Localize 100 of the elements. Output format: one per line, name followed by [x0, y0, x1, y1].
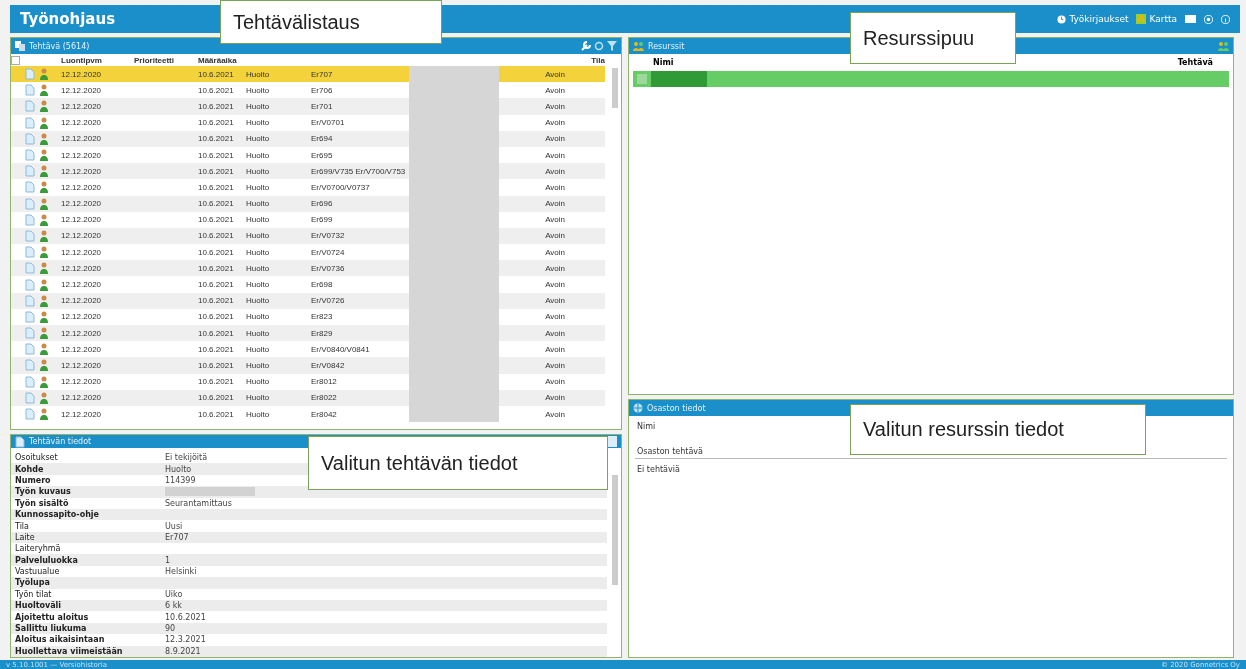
table-cell: Avoin	[545, 296, 565, 306]
document-icon	[25, 310, 35, 323]
field-value: Seurantamittaus	[165, 498, 232, 508]
person-icon	[39, 408, 49, 421]
table-cell: Avoin	[545, 101, 565, 111]
field-value: 1	[165, 555, 171, 565]
field-value: Huolto	[165, 464, 192, 474]
table-cell: Avoin	[545, 328, 565, 338]
field-value: 8.9.2021	[165, 646, 201, 656]
nav-link[interactable]: Työkirjaukset	[1057, 14, 1129, 24]
table-cell: 10.6.2021	[198, 215, 234, 225]
table-cell: Avoin	[545, 166, 565, 176]
column-header[interactable]: Luontipvm	[61, 55, 102, 65]
document-icon	[25, 278, 35, 291]
annotation-tooltip: Resurssipuu	[850, 12, 1016, 64]
people-icon[interactable]	[1218, 41, 1229, 51]
nav-link[interactable]: Kartta	[1136, 14, 1177, 24]
task-row[interactable]: 12.12.2020 10.6.2021 Huolto Er699/V735 Er/V700/V753 Avoin	[11, 163, 605, 180]
table-cell: 10.6.2021	[198, 344, 234, 354]
person-icon	[39, 246, 49, 259]
table-cell: Avoin	[545, 118, 565, 128]
field-label: Ajoitettu aloitus	[15, 612, 90, 622]
table-cell: 12.12.2020	[61, 182, 102, 192]
field-label: Huoltoväli	[15, 601, 63, 611]
table-cell: Huolto	[246, 409, 270, 419]
panel-title: Tehtävä (5614)	[15, 41, 90, 51]
document-icon	[25, 181, 35, 194]
document-icon	[25, 294, 35, 307]
column-header[interactable]: Prioriteetti	[134, 55, 174, 65]
filter-icon[interactable]	[607, 41, 617, 51]
table-cell: Er/V0842	[311, 360, 345, 370]
field-value: 12.3.2021	[165, 635, 206, 645]
table-cell: 10.6.2021	[198, 101, 234, 111]
table-cell: Avoin	[545, 134, 565, 144]
table-cell: 10.6.2021	[198, 199, 234, 209]
table-cell: 12.12.2020	[61, 409, 102, 419]
document-icon	[25, 246, 35, 259]
table-cell: Huolto	[246, 377, 270, 387]
table-cell: 12.12.2020	[61, 215, 102, 225]
document-icon	[25, 343, 35, 356]
person-icon	[39, 375, 49, 388]
field-label: Laite	[15, 532, 36, 542]
document-icon	[25, 359, 35, 372]
table-cell: Huolto	[246, 231, 270, 241]
tasks-icon	[15, 41, 25, 51]
task-row[interactable]: 12.12.2020 10.6.2021 Huolto Er829 Avoin	[11, 325, 605, 342]
table-cell: Huolto	[246, 360, 270, 370]
table-cell: Huolto	[246, 393, 270, 403]
select-all-checkbox[interactable]	[11, 55, 20, 65]
table-cell: Avoin	[545, 150, 565, 160]
document-icon	[15, 435, 25, 448]
person-icon	[39, 181, 49, 194]
table-cell: 12.12.2020	[61, 344, 102, 354]
person-icon	[39, 197, 49, 210]
field-value: 114399	[165, 475, 196, 485]
table-cell: 12.12.2020	[61, 150, 102, 160]
wrench-icon[interactable]	[581, 41, 591, 51]
edit-icon[interactable]	[607, 436, 617, 448]
scrollbar[interactable]	[612, 68, 618, 108]
column-header[interactable]: Tila	[591, 55, 605, 65]
table-cell: Er/V0732	[311, 231, 345, 241]
document-icon	[25, 262, 35, 275]
column-header[interactable]: Nimi	[653, 58, 674, 67]
table-cell: Er823	[311, 312, 333, 322]
table-cell: Huolto	[246, 312, 270, 322]
table-cell: 12.12.2020	[61, 393, 102, 403]
column-header[interactable]: Tehtävä	[1177, 58, 1213, 67]
person-icon	[39, 278, 49, 291]
document-icon	[25, 165, 35, 178]
person-icon	[39, 165, 49, 178]
task-row[interactable]: 12.12.2020 10.6.2021 Huolto Er/V0736 Avoin	[11, 260, 605, 277]
resource-row[interactable]	[633, 71, 1229, 87]
document-icon	[25, 229, 35, 242]
task-row[interactable]: 12.12.2020 10.6.2021 Huolto Er707 Avoin	[11, 66, 605, 83]
table-cell: Er8012	[311, 377, 337, 387]
field-value: Uusi	[165, 521, 183, 531]
table-cell: Huolto	[246, 263, 270, 273]
person-icon	[39, 149, 49, 162]
table-cell: Avoin	[545, 263, 565, 273]
refresh-icon[interactable]	[594, 41, 604, 51]
table-cell: 10.6.2021	[198, 393, 234, 403]
scrollbar[interactable]	[612, 475, 618, 586]
table-cell: Huolto	[246, 182, 270, 192]
field-label: Sallittu liukuma	[15, 624, 88, 633]
column-header[interactable]: Määräaika	[198, 55, 237, 65]
document-icon	[25, 149, 35, 162]
table-cell: Avoin	[545, 312, 565, 322]
table-cell: Avoin	[545, 69, 565, 79]
clock-icon	[1057, 14, 1067, 24]
person-icon	[39, 100, 49, 113]
task-row[interactable]: 12.12.2020 10.6.2021 Huolto Er/V0842 Avoin	[11, 357, 605, 374]
task-row[interactable]: 12.12.2020 10.6.2021 Huolto Er701 Avoin	[11, 98, 605, 115]
field-label: Vastuualue	[15, 567, 61, 577]
table-cell: 10.6.2021	[198, 409, 234, 419]
table-cell: 12.12.2020	[61, 312, 102, 322]
table-cell: 12.12.2020	[61, 263, 102, 273]
table-cell: Er/V0736	[311, 263, 345, 273]
document-icon	[25, 68, 35, 81]
table-cell: Er699	[311, 215, 333, 225]
table-cell: Huolto	[246, 69, 270, 79]
